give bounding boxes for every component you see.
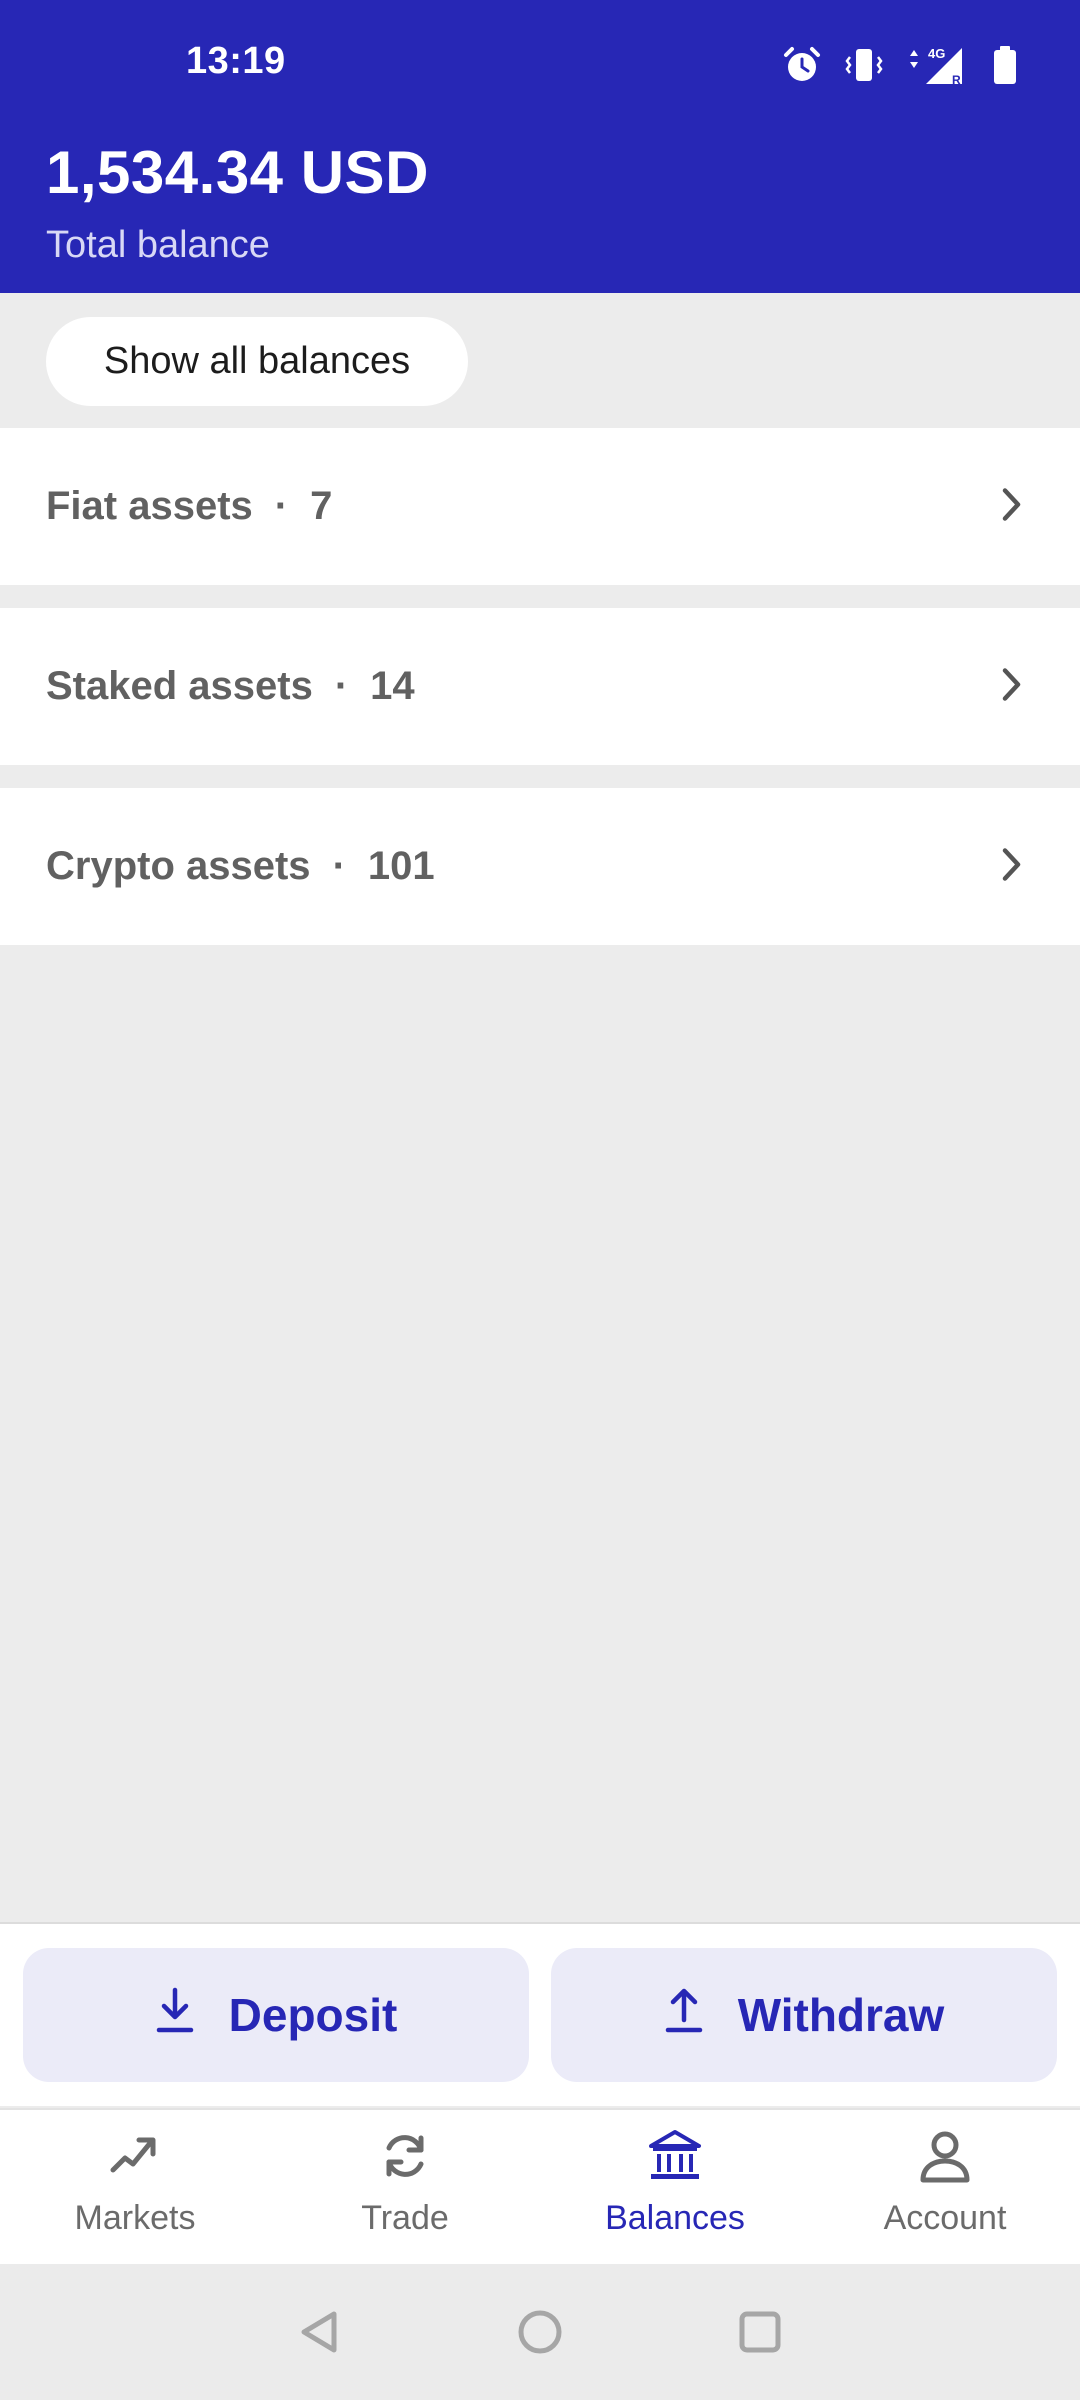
chevron-right-icon <box>1000 846 1024 887</box>
asset-row-fiat[interactable]: Fiat assets · 7 <box>0 428 1080 585</box>
battery-icon <box>992 45 1018 85</box>
upload-icon <box>664 1986 704 2045</box>
withdraw-label: Withdraw <box>737 1989 945 2041</box>
bank-icon <box>647 2128 703 2189</box>
chevron-right-icon <box>1000 666 1024 707</box>
separator-dot: · <box>334 664 349 708</box>
person-icon <box>917 2128 973 2189</box>
vibrate-icon <box>844 45 884 85</box>
asset-row-label: Fiat assets <box>46 484 253 528</box>
nav-item-markets[interactable]: Markets <box>0 2110 270 2264</box>
asset-row-staked[interactable]: Staked assets · 14 <box>0 608 1080 765</box>
recents-icon[interactable] <box>736 2308 784 2361</box>
alarm-icon <box>782 45 822 85</box>
nav-label: Balances <box>605 2199 745 2237</box>
refresh-icon <box>377 2128 433 2189</box>
separator-dot: · <box>332 844 346 888</box>
system-nav-bar <box>0 2264 1080 2400</box>
asset-row-label: Staked assets <box>46 664 313 708</box>
status-icons: 4G R <box>782 44 1018 86</box>
back-icon[interactable] <box>296 2308 344 2361</box>
status-time: 13:19 <box>186 40 286 82</box>
nav-item-account[interactable]: Account <box>810 2110 1080 2264</box>
nav-label: Account <box>883 2199 1007 2237</box>
chevron-right-icon <box>1000 486 1024 527</box>
header: 13:19 4G R 1,534.34 USD Total balance <box>0 0 1080 293</box>
asset-row-crypto[interactable]: Crypto assets · 101 <box>0 788 1080 945</box>
show-all-balances-button[interactable]: Show all balances <box>46 317 468 406</box>
home-icon[interactable] <box>516 2308 564 2361</box>
nav-label: Markets <box>74 2199 196 2237</box>
asset-row-label: Crypto assets <box>46 844 311 888</box>
separator-dot: · <box>274 484 289 528</box>
nav-item-balances[interactable]: Balances <box>540 2110 810 2264</box>
nav-label: Trade <box>361 2199 449 2237</box>
asset-row-count: 14 <box>370 664 415 708</box>
total-balance-label: Total balance <box>46 224 270 266</box>
svg-text:R: R <box>952 73 961 86</box>
nav-item-trade[interactable]: Trade <box>270 2110 540 2264</box>
action-bar: Deposit Withdraw <box>0 1922 1080 2106</box>
deposit-button[interactable]: Deposit <box>23 1948 529 2082</box>
asset-row-count: 7 <box>310 484 333 528</box>
download-icon <box>155 1986 195 2045</box>
network-signal-icon: 4G R <box>906 44 970 86</box>
deposit-label: Deposit <box>228 1989 398 2041</box>
total-balance-amount: 1,534.34 USD <box>46 139 429 206</box>
svg-text:4G: 4G <box>928 46 945 61</box>
bottom-nav: Markets Trade Balances Account <box>0 2108 1080 2264</box>
withdraw-button[interactable]: Withdraw <box>551 1948 1057 2082</box>
asset-row-count: 101 <box>367 844 435 888</box>
trending-up-icon <box>107 2128 163 2189</box>
